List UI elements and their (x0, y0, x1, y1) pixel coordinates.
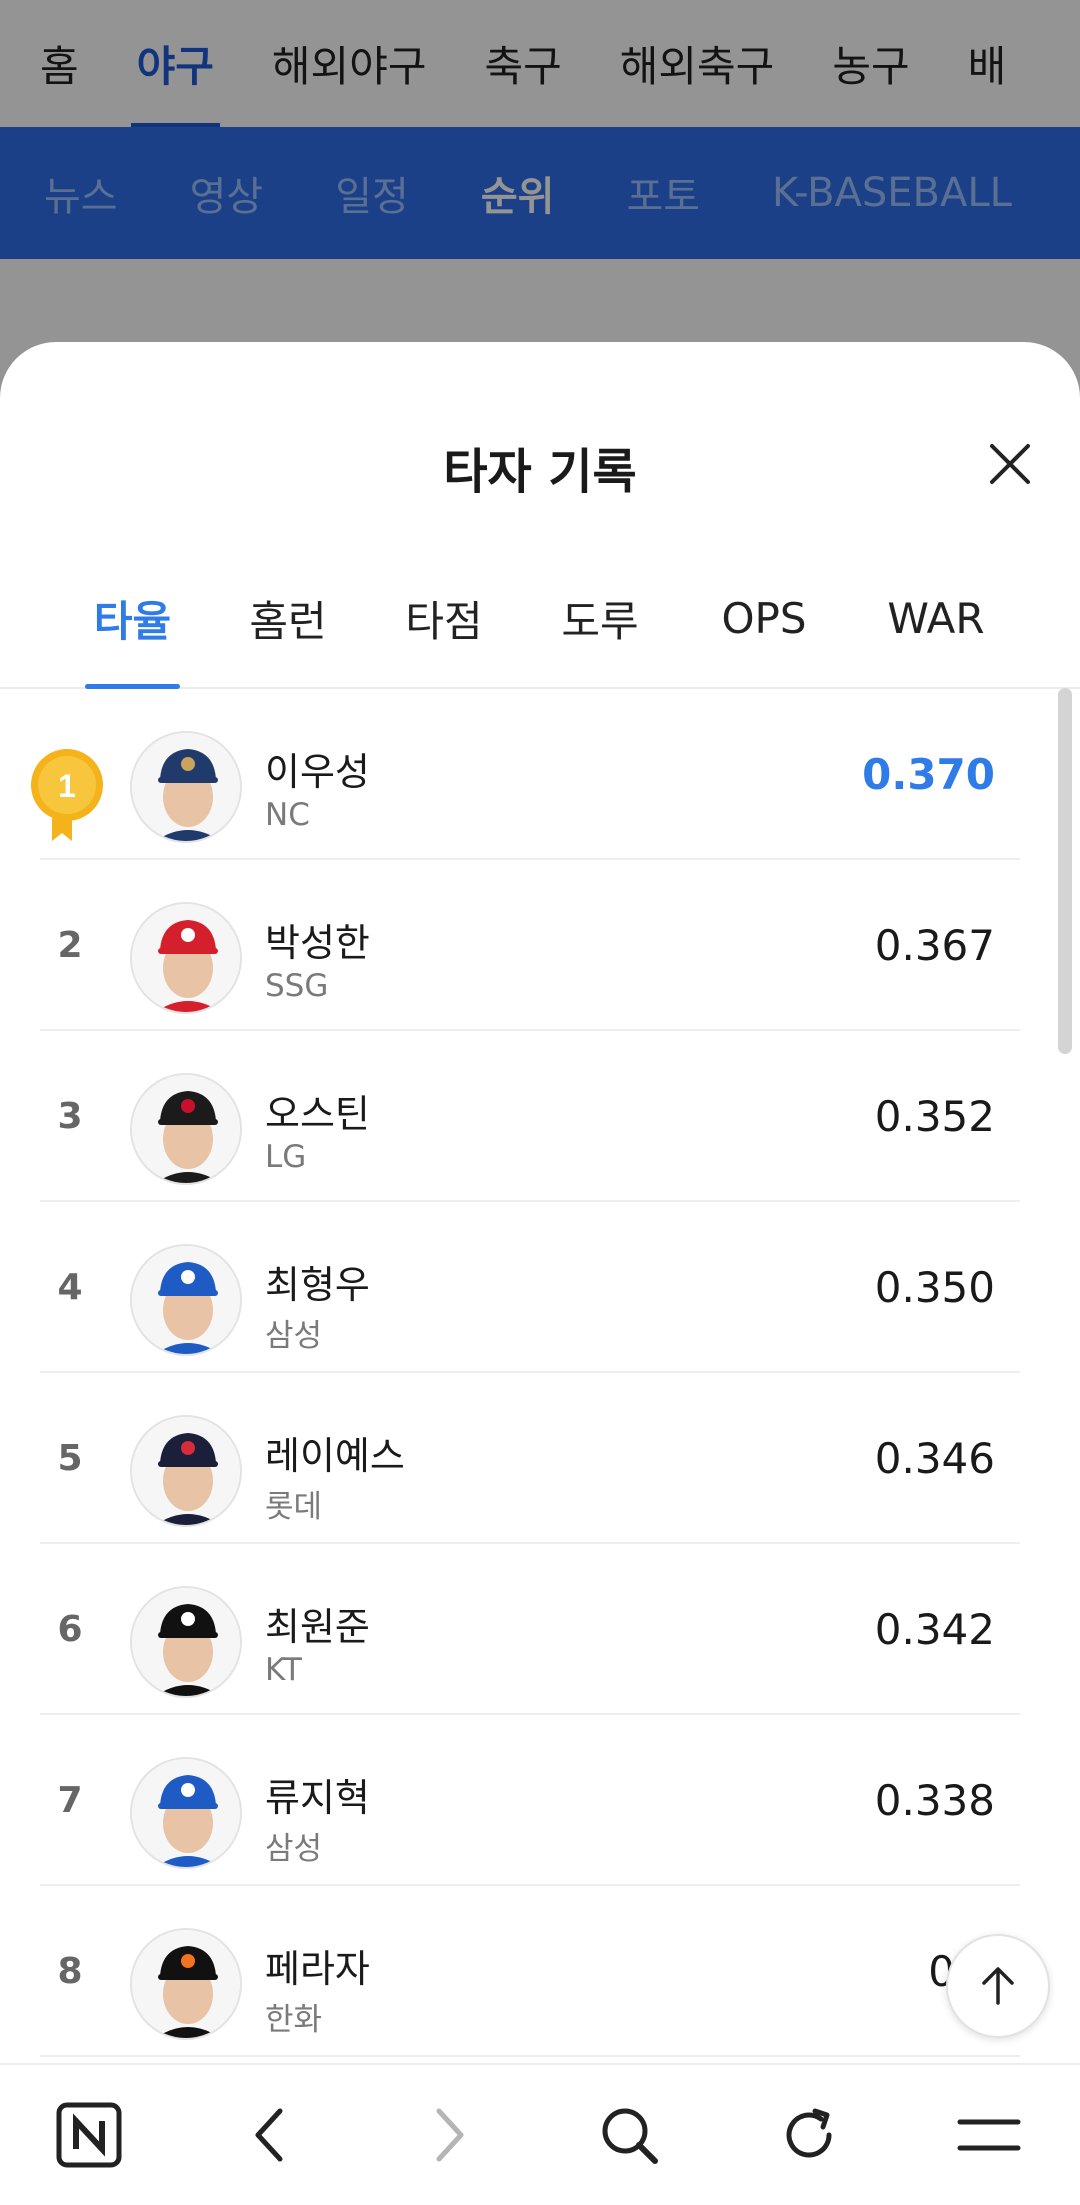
tab-0[interactable]: 타율 (85, 547, 180, 689)
player-team: 한화 (265, 2002, 323, 2038)
batting-average: 0.370 (862, 750, 995, 799)
player-row[interactable]: 8페라자한화0.3 (40, 1886, 1020, 2057)
batting-average: 0.346 (874, 1434, 995, 1483)
player-name: 최원준 (265, 1605, 370, 1649)
menu-icon (957, 2119, 1021, 2151)
player-avatar (130, 1244, 242, 1356)
forward-arrow-icon (436, 2108, 464, 2162)
rank-number: 6 (57, 1609, 83, 1650)
rank-number: 7 (57, 1780, 83, 1821)
player-team: LG (265, 1139, 307, 1175)
rank-number: 3 (57, 1096, 83, 1137)
close-button[interactable] (980, 434, 1040, 494)
player-team: NC (265, 797, 310, 833)
batting-average: 0.367 (874, 921, 995, 970)
batter-records-sheet: 타자 기록 타율 홈런 타점 도루 OPS WAR 1 이우성 NC 0.370 2 박성한 SSG 0… (0, 342, 1080, 2063)
stat-tabs: 타율 홈런 타점 도루 OPS WAR (0, 547, 1080, 689)
player-row[interactable]: 3 오스틴 LG 0.352 (40, 1031, 1020, 1202)
naver-home-icon (56, 2102, 122, 2168)
menu-button[interactable] (944, 2095, 1034, 2175)
player-team: KT (265, 1652, 302, 1688)
player-team: 삼성 (265, 1831, 323, 1867)
player-avatar (130, 1073, 242, 1185)
list-scrollbar[interactable] (1058, 688, 1072, 1054)
batting-average: 0.338 (874, 1776, 995, 1825)
player-team: 삼성 (265, 1318, 323, 1354)
player-avatar (130, 1586, 242, 1698)
gold-medal-icon: 1 (31, 749, 103, 841)
player-name: 최형우 (265, 1263, 370, 1307)
player-row[interactable]: 1 이우성 NC 0.370 (31, 689, 1020, 860)
refresh-button[interactable] (764, 2095, 854, 2175)
rank-number: 4 (57, 1267, 83, 1308)
player-avatar (130, 731, 242, 843)
tab-2[interactable]: 타점 (400, 547, 488, 689)
medal-rank: 1 (58, 768, 76, 804)
rank-number: 5 (57, 1438, 83, 1479)
player-avatar (130, 1757, 242, 1869)
page: 홈야구해외야구축구해외축구농구배 뉴스영상일정순위포토K-BASEBALL 팀 … (0, 0, 1080, 2205)
close-icon (990, 444, 1030, 484)
player-row[interactable]: 6 최원준 KT 0.342 (40, 1544, 1020, 1715)
rank-number: 2 (57, 925, 83, 966)
browser-toolbar (0, 2063, 1080, 2205)
search-button[interactable] (584, 2095, 674, 2175)
player-row[interactable]: 5 레이예스롯데 0.346 (40, 1373, 1020, 1544)
player-avatar (130, 1928, 242, 2040)
player-row[interactable]: 7 류지혁삼성 0.338 (40, 1715, 1020, 1886)
tab-4[interactable]: OPS (712, 547, 816, 689)
player-avatar (130, 1415, 242, 1527)
scroll-to-top-button[interactable] (946, 1934, 1050, 2038)
player-name: 류지혁 (265, 1776, 370, 1820)
player-name: 레이예스 (265, 1434, 405, 1478)
player-name: 이우성 (265, 750, 370, 794)
batting-average: 0.342 (874, 1605, 995, 1654)
player-row[interactable]: 2 박성한 SSG 0.367 (40, 860, 1020, 1031)
tab-5[interactable]: WAR (880, 547, 992, 689)
sheet-title: 타자 기록 (443, 444, 637, 500)
player-avatar (130, 902, 242, 1014)
search-icon (602, 2108, 658, 2164)
rank-number: 8 (57, 1951, 83, 1992)
player-name: 박성한 (265, 921, 370, 965)
tab-1[interactable]: 홈런 (244, 547, 332, 689)
player-name: 오스틴 (265, 1092, 370, 1136)
back-arrow-icon (255, 2108, 283, 2162)
player-team: 롯데 (265, 1489, 323, 1525)
player-name: 페라자 (265, 1947, 370, 1991)
batting-average: 0.350 (874, 1263, 995, 1312)
tab-3[interactable]: 도루 (556, 547, 644, 689)
player-team: SSG (265, 968, 329, 1004)
player-row[interactable]: 4 최형우삼성 0.350 (40, 1202, 1020, 1373)
forward-button[interactable] (405, 2095, 495, 2175)
back-button[interactable] (224, 2095, 314, 2175)
batting-average: 0.352 (874, 1092, 995, 1141)
naver-home-button[interactable] (44, 2095, 134, 2175)
refresh-icon (786, 2108, 832, 2158)
player-ranking-list: 1 이우성 NC 0.370 2 박성한 SSG 0.367 3 오스틴 LG 0.352 4 최형우삼성… (0, 689, 1080, 2063)
arrow-up-icon (982, 1967, 1014, 2005)
